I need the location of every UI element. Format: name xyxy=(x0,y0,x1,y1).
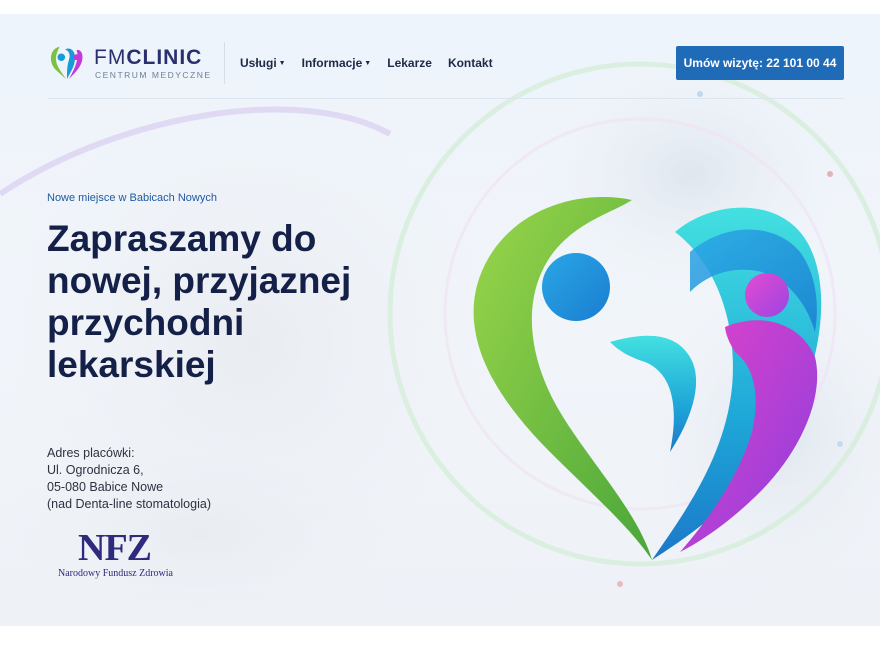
nfz-logo: NFZ Narodowy Fundusz Zdrowia xyxy=(58,528,188,588)
address-note: (nad Denta-line stomatologia) xyxy=(47,497,211,511)
hero-headline: Zapraszamy do nowej, przyjaznej przychod… xyxy=(47,218,352,385)
brand-name-bold: CLINIC xyxy=(126,46,203,69)
address-city: 05-080 Babice Nowe xyxy=(47,480,164,494)
nfz-full-name: Narodowy Fundusz Zdrowia xyxy=(58,568,173,579)
book-appointment-button[interactable]: Umów wizytę: 22 101 00 44 xyxy=(676,46,844,80)
brand-subtitle: CENTRUM MEDYCZNE xyxy=(95,70,212,80)
hero-eyebrow: Nowe miejsce w Babicach Nowych xyxy=(47,192,217,204)
clinic-address: Adres placówki: Ul. Ogrodnicza 6, 05-080… xyxy=(47,445,211,513)
hero-section: FMCLINIC CENTRUM MEDYCZNE Usługi ▼ Inform… xyxy=(0,14,880,626)
nav-item-label: Lekarze xyxy=(387,56,432,70)
address-label: Adres placówki: xyxy=(47,446,135,460)
nav-item-lekarze[interactable]: Lekarze xyxy=(387,56,432,70)
heart-family-hero-icon xyxy=(473,197,822,561)
address-street: Ul. Ogrodnicza 6, xyxy=(47,463,144,477)
nav-item-uslugi[interactable]: Usługi ▼ xyxy=(240,56,286,70)
brand-name-thin: FM xyxy=(94,46,127,69)
nav-item-informacje[interactable]: Informacje ▼ xyxy=(302,56,372,70)
heart-family-logo-icon xyxy=(50,46,83,80)
site-header: FMCLINIC CENTRUM MEDYCZNE Usługi ▼ Inform… xyxy=(48,28,844,99)
caret-down-icon: ▼ xyxy=(278,60,286,68)
brand-name: FMCLINIC xyxy=(94,46,202,70)
brand-logo[interactable]: FMCLINIC CENTRUM MEDYCZNE xyxy=(48,42,210,84)
caret-down-icon: ▼ xyxy=(364,60,372,68)
nav-item-kontakt[interactable]: Kontakt xyxy=(448,56,493,70)
header-divider xyxy=(224,42,225,84)
nav-item-label: Kontakt xyxy=(447,56,493,70)
main-nav: Usługi ▼ Informacje ▼ Lekarze Kontakt xyxy=(240,56,493,70)
nav-item-label: Usługi xyxy=(240,56,277,70)
nfz-letters: NFZ xyxy=(78,527,152,569)
nav-item-label: Informacje xyxy=(301,56,363,70)
